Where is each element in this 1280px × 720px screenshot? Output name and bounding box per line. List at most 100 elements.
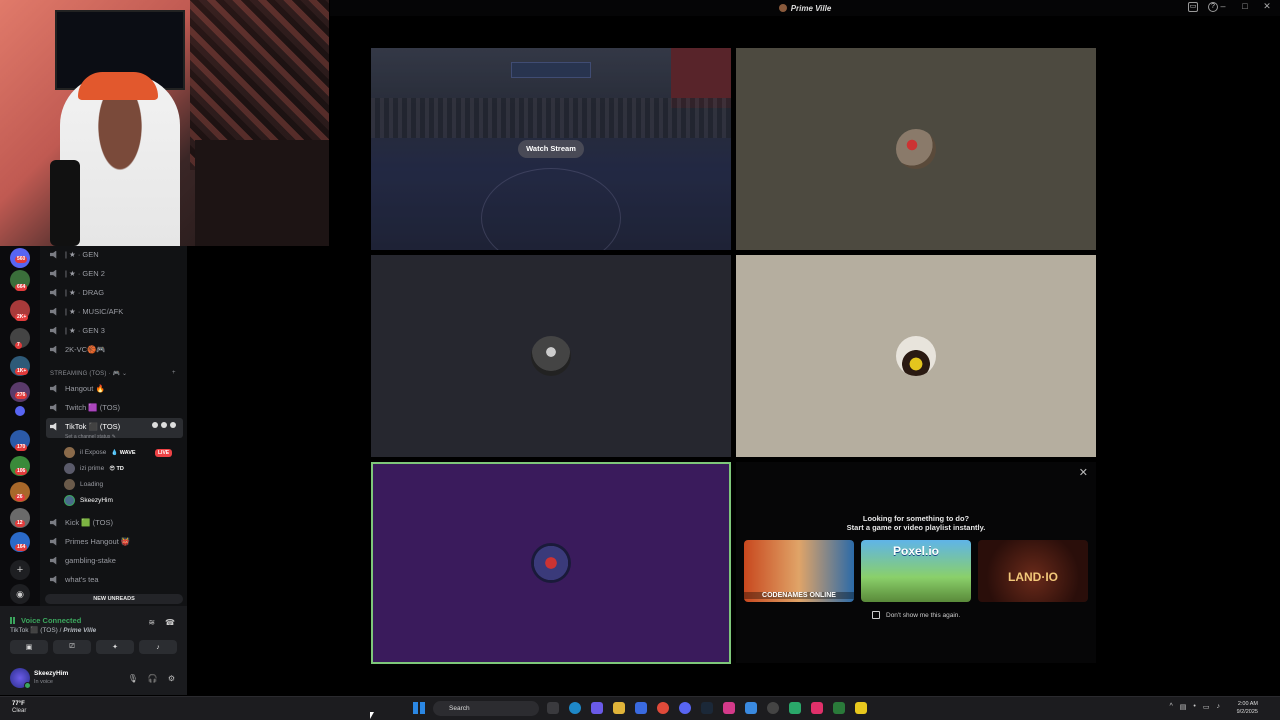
close-window-button[interactable]: ✕ [1260,1,1274,12]
headphones-icon[interactable]: 🎧 [148,674,158,683]
voice-member[interactable]: SkeezyHim [64,495,113,506]
openai-icon[interactable] [767,702,779,714]
app-icon[interactable] [789,702,801,714]
camera-off-icon: ▣ [25,644,33,651]
excel-icon[interactable] [833,702,845,714]
server-title: Prime Ville [778,4,831,13]
server-icon [778,4,787,12]
checkbox-icon [872,611,880,619]
channel-status[interactable]: Set a channel status ✎ [65,434,116,440]
maximize-button[interactable]: □ [1238,1,1252,12]
avatar [64,463,75,474]
arena-crowd [371,98,731,138]
gear-icon[interactable]: ⚙ [168,674,175,683]
voice-channel[interactable]: | ★ · MUSIC/AFK [50,307,123,316]
volume-icon[interactable]: ♪ [1217,703,1221,711]
close-icon[interactable]: ✕ [1079,466,1088,479]
weather-widget[interactable]: 77°F Clear [12,701,26,715]
voice-member[interactable]: izi prime 😎 TD [64,463,124,474]
noise-suppression-icon[interactable]: ≋ [148,618,155,627]
add-channel-icon[interactable]: + [172,370,176,376]
voice-channel[interactable]: 2K-VC🏀🎮 [50,345,106,354]
windows-start-icon[interactable] [413,702,425,714]
screen-share-button[interactable]: ⎚ [53,640,91,654]
new-unreads-button[interactable]: NEW UNREADS [45,594,183,604]
server-badge: 2K+ [15,314,29,321]
discord-icon[interactable] [679,702,691,714]
edge-icon[interactable] [569,702,581,714]
file-explorer-icon[interactable] [613,702,625,714]
speaker-icon [50,518,57,527]
voice-channel-path[interactable]: TikTok ⬛ (TOS) / Prime Ville [10,626,96,634]
activities-button[interactable]: ✦ [96,640,134,654]
add-server-icon[interactable]: + [10,560,30,580]
voice-channel[interactable]: | ★ · GEN [50,250,99,259]
mic-icon[interactable]: 🎙 [128,674,138,683]
activity-card-poxel[interactable]: Poxel.io [861,540,971,602]
voice-channel[interactable]: | ★ · GEN 3 [50,326,105,335]
app-tray-icon[interactable]: ▤ [1180,703,1187,711]
taskbar-search[interactable]: Search [433,701,539,716]
dont-show-checkbox[interactable]: Don't show me this again. [872,611,960,619]
speaker-icon [50,575,57,584]
copilot-icon[interactable] [591,702,603,714]
steam-icon[interactable] [701,702,713,714]
folder-icon[interactable] [15,406,25,416]
app-icon[interactable] [745,702,757,714]
voice-member[interactable]: il Expose 💧 WAVE [64,447,136,458]
disconnect-icon[interactable]: ☎ [165,618,175,627]
camera-button[interactable]: ▣ [10,640,48,654]
instagram-icon[interactable] [723,702,735,714]
webcam-overlay [0,0,329,246]
category-streaming[interactable]: STREAMING (TOS) · 🎮 ⌄ + [50,370,176,377]
participant-tile-speaking[interactable] [371,462,731,664]
participant-tile[interactable] [736,48,1096,250]
discover-icon[interactable]: ◉ [10,584,30,604]
avatar [896,336,936,376]
username[interactable]: SkeezyHim [34,670,68,677]
inbox-icon[interactable]: ▭ [1188,2,1198,12]
chat-icon[interactable] [152,422,158,428]
app-root: { "window": { "server_title": "Prime Vil… [0,0,1280,720]
chrome-icon[interactable] [657,702,669,714]
soundboard-button[interactable]: ♪ [139,640,177,654]
stream-tile[interactable]: Watch Stream [371,48,731,250]
voice-channel-whats-tea[interactable]: what's tea [50,575,99,584]
user-panel: SkeezyHim In voice 🎙 🎧 ⚙ [0,662,187,695]
server-badge: 26 [15,494,25,501]
activity-card-codenames[interactable]: CODENAMES ONLINE [744,540,854,602]
voice-channel-gambling[interactable]: gambling-stake [50,556,116,565]
voice-connected-status[interactable]: Voice Connected [10,616,81,625]
store-icon[interactable] [635,702,647,714]
minimize-button[interactable]: – [1216,1,1230,12]
voice-channel-kick[interactable]: Kick 🟩 (TOS) [50,518,113,527]
screen-share-icon: ⎚ [69,643,75,650]
clock[interactable]: 2:00 AM 9/2/2025 [1237,701,1258,716]
watch-stream-button[interactable]: Watch Stream [518,140,584,158]
gear-icon[interactable] [170,422,176,428]
voice-channel[interactable]: | ★ · GEN 2 [50,269,105,278]
invite-icon[interactable] [161,422,167,428]
activity-card-landio[interactable]: LAND·IO [978,540,1088,602]
soundboard-icon: ♪ [156,643,160,651]
mic-icon[interactable]: • [1193,703,1195,711]
participant-tile[interactable] [371,255,731,457]
tiktok-icon[interactable] [811,702,823,714]
arena-sign [511,62,591,78]
rocket-icon: ✦ [112,644,118,651]
voice-channel-hangout[interactable]: Hangout 🔥 [50,384,105,393]
server-badge: 170 [15,444,28,451]
server-badge: 276 [15,392,28,399]
network-icon[interactable]: ▭ [1203,703,1210,711]
chevron-up-icon[interactable]: ^ [1170,703,1173,711]
speaker-icon [50,345,57,354]
voice-channel-tiktok[interactable]: TikTok ⬛ (TOS) [50,422,120,431]
task-view-icon[interactable] [547,702,559,714]
sticky-notes-icon[interactable] [855,702,867,714]
voice-channel-twitch[interactable]: Twitch 🟪 (TOS) [50,403,120,412]
voice-channel-primes-hangout[interactable]: Primes Hangout 👹 [50,537,130,546]
voice-panel: Voice Connected TikTok ⬛ (TOS) / Prime V… [0,606,187,695]
voice-channel[interactable]: | ★ · DRAG [50,288,104,297]
voice-member[interactable]: Loading [64,479,103,490]
participant-tile[interactable] [736,255,1096,457]
